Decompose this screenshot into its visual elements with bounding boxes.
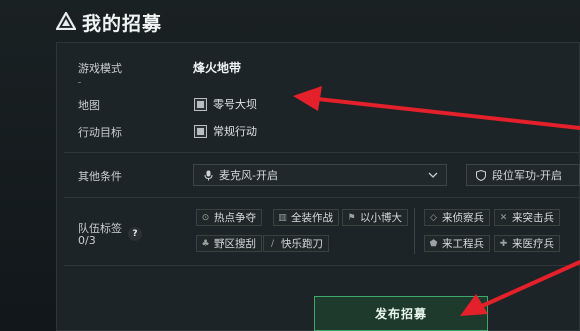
map-option-row[interactable]: 零号大坝: [194, 96, 257, 112]
flag-icon: ⚑: [347, 212, 356, 223]
mic-select-value: 麦克风-开启: [219, 169, 278, 182]
mode-dash: [78, 82, 81, 83]
chevron-down-icon: [428, 172, 438, 178]
divider-1: [64, 152, 580, 153]
goal-label: 行动目标: [78, 126, 122, 139]
rank-shield-icon: [475, 169, 487, 181]
tag-underdog[interactable]: ⚑ 以小博大: [342, 209, 408, 226]
tag-assault[interactable]: ✕ 来突击兵: [494, 209, 560, 226]
microphone-icon: [202, 169, 214, 181]
other-conditions-label: 其他条件: [78, 170, 122, 183]
rank-select-value: 段位军功-开启: [492, 169, 562, 182]
grass-icon: ♣: [201, 238, 210, 249]
goal-option-label: 常规行动: [213, 125, 257, 138]
team-tags-count: 0/3: [78, 234, 96, 247]
warning-icon: ⊙: [201, 212, 210, 223]
map-checkbox[interactable]: [194, 97, 207, 111]
divider-2: [64, 197, 580, 198]
help-icon[interactable]: ?: [128, 227, 142, 241]
page-title: 我的招募: [82, 13, 163, 35]
tag-field-loot[interactable]: ♣ 野区搜刮: [196, 235, 262, 252]
publish-recruit-button[interactable]: 发布招募: [314, 296, 488, 331]
map-option-label: 零号大坝: [213, 98, 257, 111]
divider-3: [64, 265, 580, 266]
tag-group-separator: [414, 208, 415, 254]
tag-engineer[interactable]: ⬟ 来工程兵: [424, 235, 490, 252]
tag-full-gear[interactable]: ▥ 全装作战: [273, 209, 339, 226]
goal-option-row[interactable]: 常规行动: [194, 123, 257, 139]
medic-cross-icon: ✚: [499, 238, 508, 249]
game-mode-value: 烽火地带: [193, 61, 242, 75]
tag-happy-run[interactable]: ∕ 快乐跑刀: [263, 235, 329, 252]
gear-bars-icon: ▥: [278, 212, 287, 223]
rank-select[interactable]: 段位军功-开启: [466, 164, 580, 186]
header: 我的招募: [0, 0, 580, 42]
tag-medic[interactable]: ✚ 来医疗兵: [494, 235, 560, 252]
recruit-panel: [56, 42, 580, 331]
map-label: 地图: [78, 99, 100, 112]
knife-icon: ∕: [270, 238, 275, 249]
cross-swords-icon: ✕: [499, 212, 508, 223]
shield-icon: ⬟: [429, 238, 438, 249]
mic-select[interactable]: 麦克风-开启: [193, 164, 447, 186]
game-logo-icon: [56, 12, 76, 30]
game-mode-label: 游戏模式: [78, 62, 122, 75]
tag-hotspot[interactable]: ⊙ 热点争夺: [196, 209, 262, 226]
tag-recon[interactable]: ◇ 来侦察兵: [424, 209, 490, 226]
goal-checkbox[interactable]: [194, 124, 207, 138]
diamond-icon: ◇: [430, 212, 437, 223]
